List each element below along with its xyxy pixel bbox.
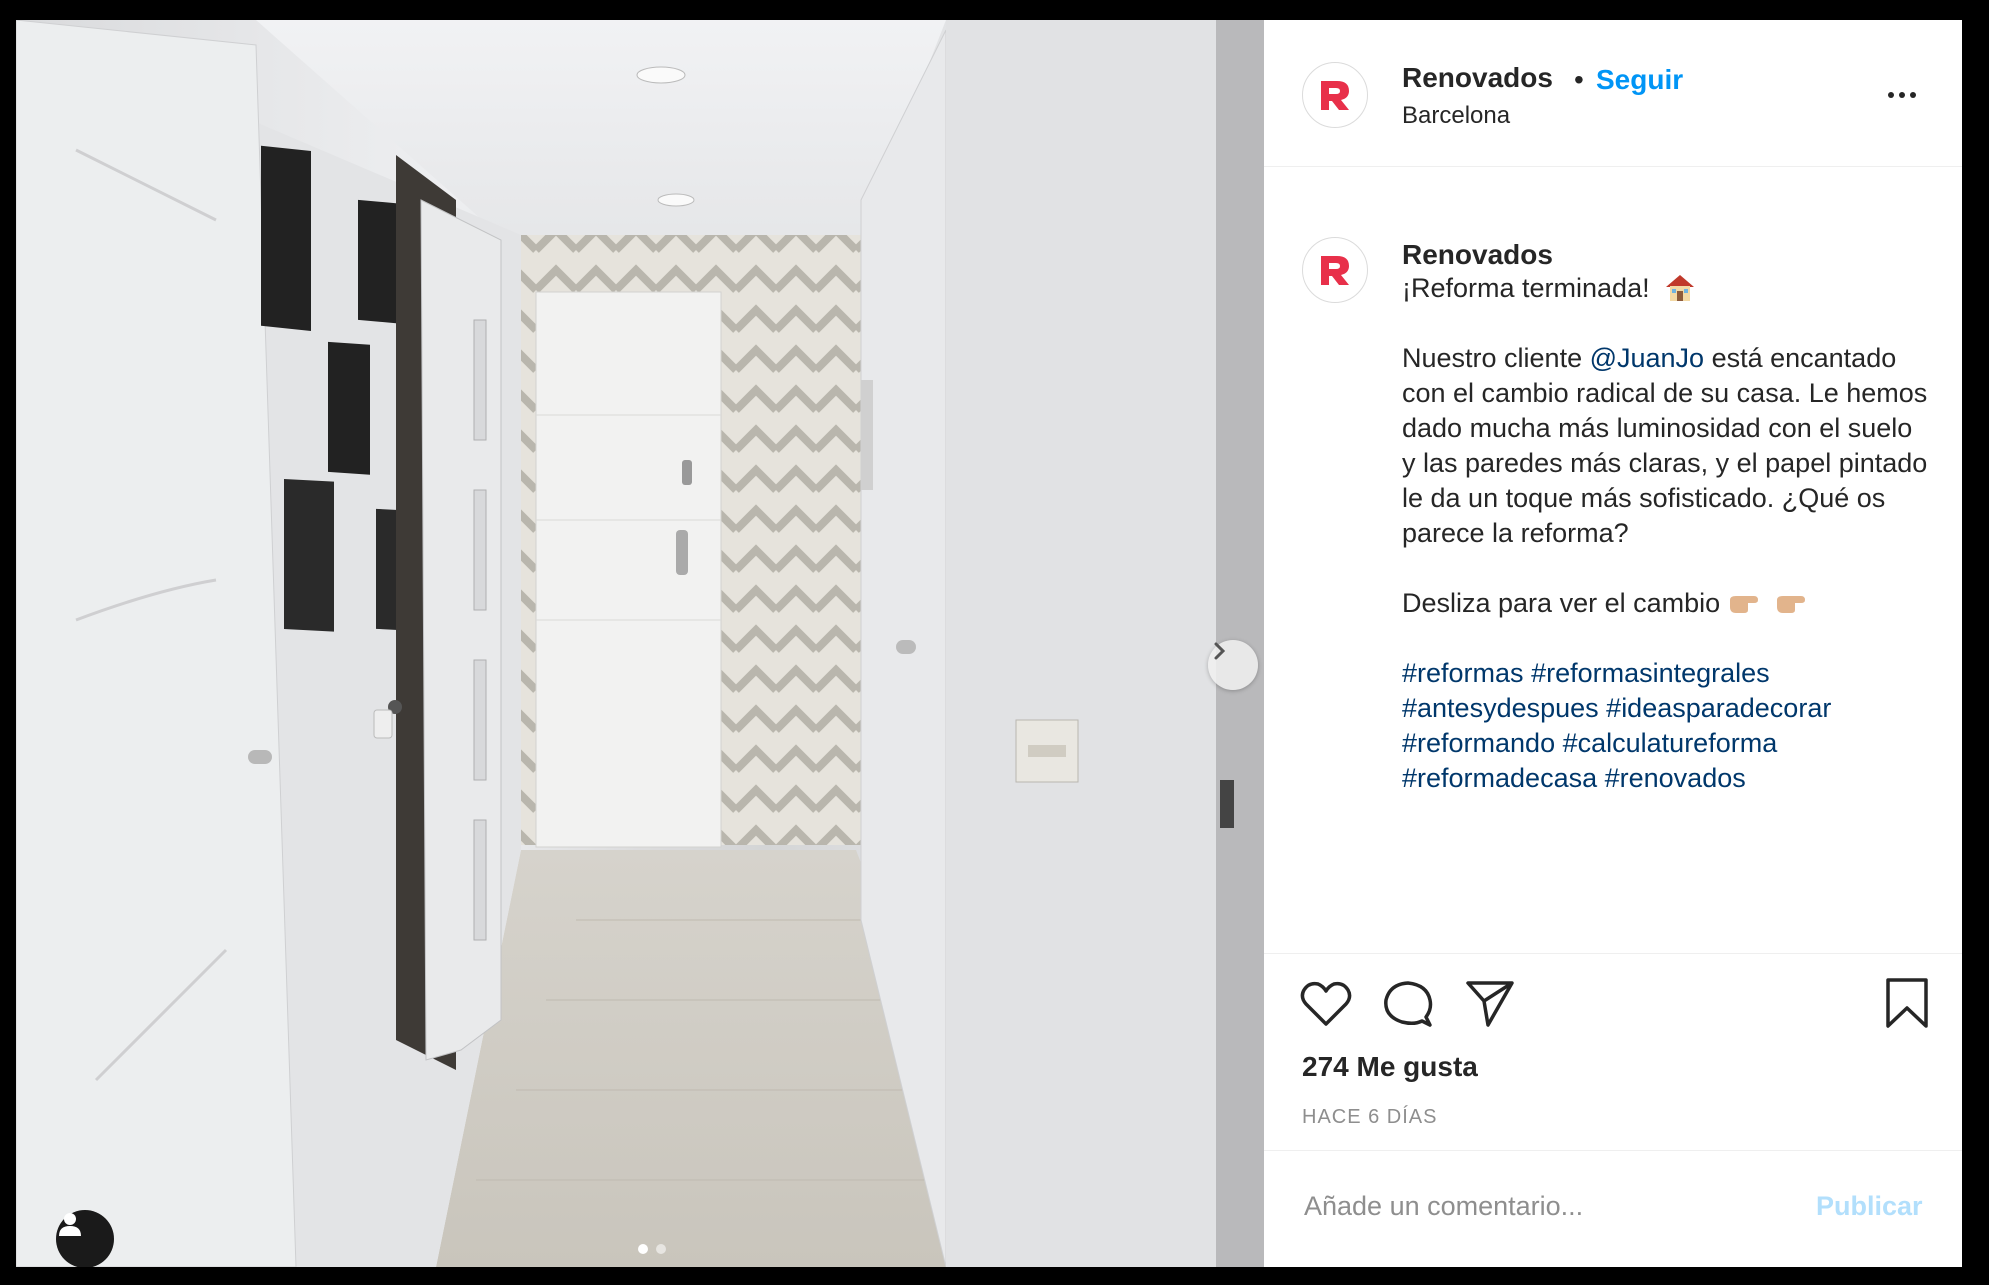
pointing-right-emoji-icon: [1729, 596, 1758, 613]
caption-avatar[interactable]: [1302, 237, 1368, 303]
carousel-dot-active: [638, 1244, 648, 1254]
caption-intro: Nuestro cliente: [1402, 343, 1590, 373]
carousel-dot: [656, 1244, 666, 1254]
caption-swipe: Desliza para ver el cambio: [1402, 588, 1721, 618]
mention-link[interactable]: @JuanJo: [1590, 343, 1704, 373]
hashtag-link[interactable]: #antesydespues: [1402, 693, 1599, 723]
account-name[interactable]: Renovados: [1402, 62, 1553, 94]
caption-area: Renovados ¡Reforma terminada! Nuestro cl…: [1264, 167, 1962, 952]
house-emoji-icon: [1666, 275, 1695, 301]
post-photo[interactable]: [16, 20, 1264, 1267]
post-timestamp[interactable]: HACE 6 DÍAS: [1302, 1106, 1437, 1129]
heart-icon: [1300, 981, 1352, 1026]
comment-bar: Publicar: [1264, 1150, 1962, 1269]
share-button[interactable]: [1464, 979, 1516, 1034]
publish-button[interactable]: Publicar: [1816, 1191, 1923, 1222]
comment-icon: [1384, 981, 1433, 1027]
post-actions: 274 Me gusta HACE 6 DÍAS Publicar: [1264, 953, 1962, 1268]
hashtag-link[interactable]: #calculatureforma: [1563, 728, 1778, 758]
pointing-right-emoji-icon: [1777, 596, 1806, 613]
caption-account-name[interactable]: Renovados: [1402, 239, 1553, 271]
like-button[interactable]: [1300, 980, 1352, 1033]
hashtag-link[interactable]: #reformas: [1402, 658, 1524, 688]
hashtag-list: #reformas #reformasintegrales #antesydes…: [1402, 656, 1932, 796]
more-options-icon[interactable]: [1888, 86, 1916, 104]
post-header: Renovados • Seguir Barcelona: [1264, 20, 1962, 167]
renovados-logo-icon: [1321, 81, 1349, 110]
comment-input[interactable]: [1302, 1183, 1786, 1229]
user-icon: [59, 1213, 81, 1236]
tagged-users-button[interactable]: [56, 1210, 114, 1267]
hashtag-link[interactable]: #reformando: [1402, 728, 1555, 758]
caption-text: ¡Reforma terminada! Nuestro cliente @Jua…: [1402, 271, 1932, 796]
separator-dot: •: [1574, 64, 1584, 95]
location-link[interactable]: Barcelona: [1402, 102, 1510, 130]
comment-button[interactable]: [1382, 979, 1434, 1034]
post-side-panel: Renovados • Seguir Barcelona Renovados ¡…: [1264, 20, 1962, 1267]
hashtag-link[interactable]: #renovados: [1605, 763, 1746, 793]
hashtag-link[interactable]: #reformadecasa: [1402, 763, 1597, 793]
hashtag-link[interactable]: #ideasparadecorar: [1606, 693, 1831, 723]
likes-count[interactable]: 274 Me gusta: [1302, 1051, 1478, 1083]
carousel-indicator: [638, 1244, 666, 1254]
post-frame: Renovados • Seguir Barcelona Renovados ¡…: [0, 0, 1989, 1285]
renovados-logo-icon: [1321, 256, 1349, 285]
hashtag-link[interactable]: #reformasintegrales: [1531, 658, 1770, 688]
follow-button[interactable]: Seguir: [1596, 64, 1683, 96]
next-slide-button[interactable]: [1208, 640, 1258, 690]
avatar[interactable]: [1302, 62, 1368, 128]
hallway-photo-illustration: [16, 20, 1264, 1267]
share-icon: [1466, 981, 1514, 1027]
caption-headline: ¡Reforma terminada!: [1402, 273, 1650, 303]
chevron-right-icon: [1214, 642, 1226, 660]
save-button[interactable]: [1884, 976, 1930, 1035]
bookmark-icon: [1886, 978, 1928, 1028]
